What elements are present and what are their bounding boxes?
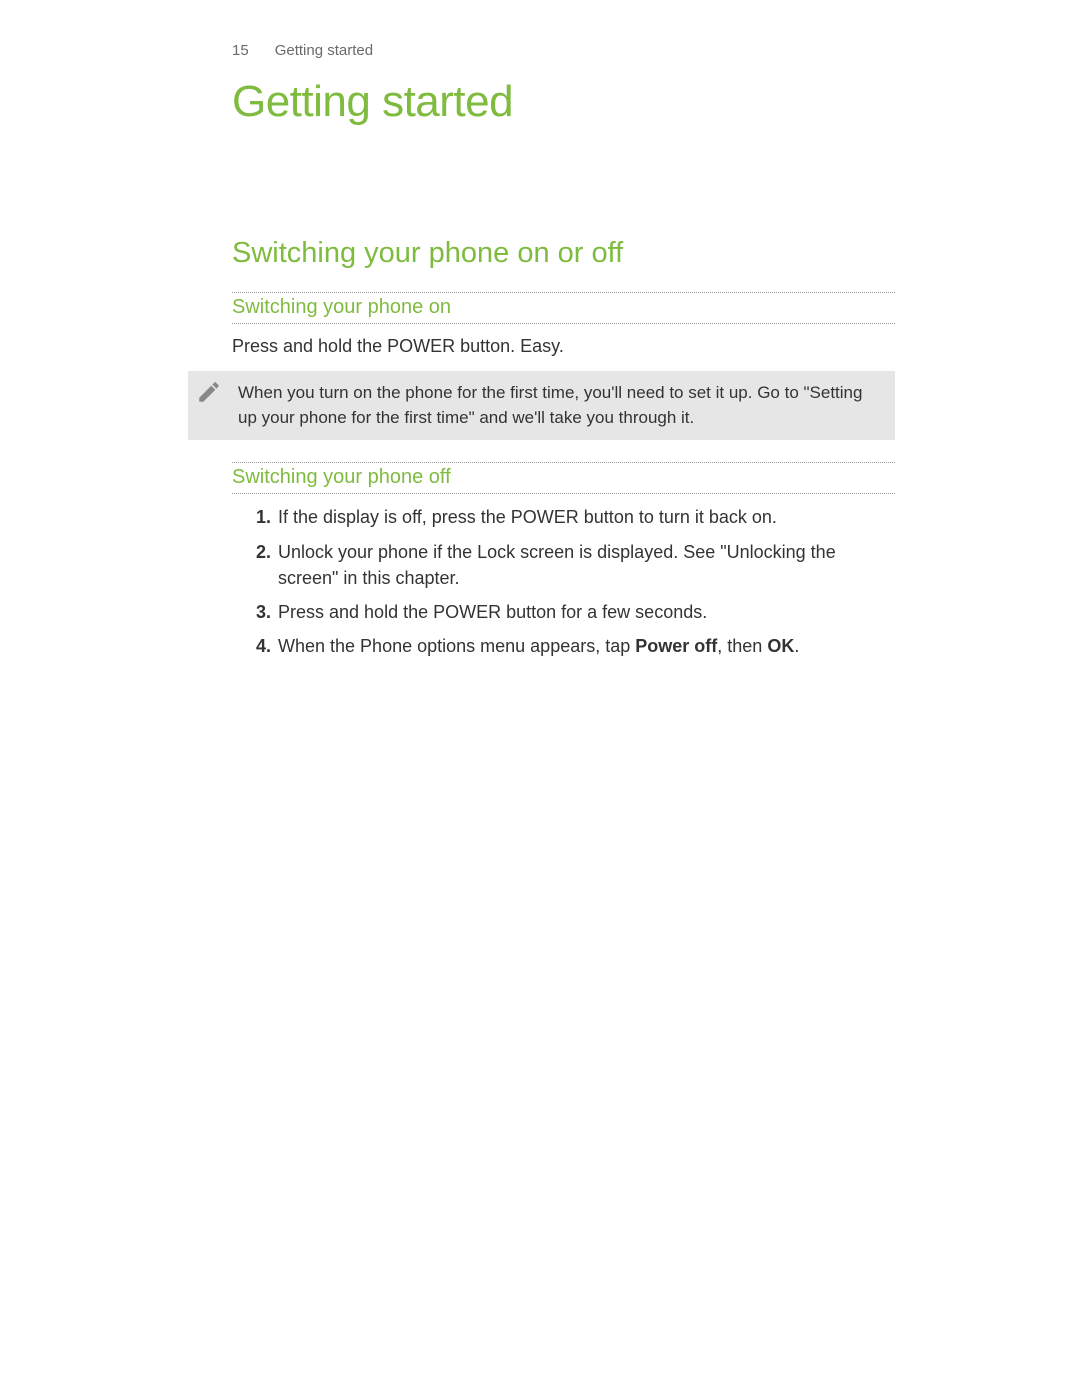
- page-header: 15 Getting started: [232, 42, 895, 59]
- chapter-label: Getting started: [275, 42, 373, 59]
- steps-list: If the display is off, press the POWER b…: [232, 504, 895, 658]
- step-item: Unlock your phone if the Lock screen is …: [276, 539, 895, 591]
- section-title: Switching your phone on or off: [232, 237, 895, 270]
- step4-bold2: OK: [767, 636, 794, 656]
- subheading-on: Switching your phone on: [232, 296, 895, 319]
- body-on: Press and hold the POWER button. Easy.: [232, 334, 895, 359]
- subheading-off: Switching your phone off: [232, 466, 895, 489]
- step-item: When the Phone options menu appears, tap…: [276, 633, 895, 659]
- step4-post: .: [794, 636, 799, 656]
- step4-pre: When the Phone options menu appears, tap: [278, 636, 635, 656]
- pencil-icon: [196, 379, 222, 405]
- step-item: Press and hold the POWER button for a fe…: [276, 599, 895, 625]
- step4-bold1: Power off: [635, 636, 717, 656]
- subheading-on-wrap: Switching your phone on: [232, 292, 895, 324]
- step-item: If the display is off, press the POWER b…: [276, 504, 895, 530]
- subheading-off-wrap: Switching your phone off: [232, 462, 895, 494]
- note-box: When you turn on the phone for the first…: [188, 371, 895, 440]
- chapter-title: Getting started: [232, 77, 895, 127]
- document-page: 15 Getting started Getting started Switc…: [0, 0, 1080, 659]
- note-text: When you turn on the phone for the first…: [238, 383, 862, 427]
- step4-mid: , then: [717, 636, 767, 656]
- page-number: 15: [232, 42, 249, 59]
